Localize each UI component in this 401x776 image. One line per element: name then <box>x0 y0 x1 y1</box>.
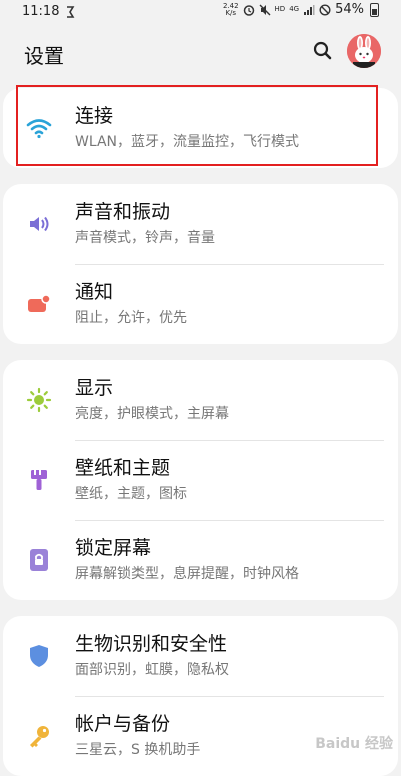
setting-item-subtitle: 壁纸，主题，图标 <box>75 486 187 502</box>
profile-avatar[interactable] <box>347 34 381 68</box>
setting-item-title: 壁纸和主题 <box>75 457 171 479</box>
status-bar: 11:18 2.42 K/s HD 4G 54% <box>0 0 401 24</box>
lock-icon <box>30 549 48 571</box>
alarm-icon <box>243 4 254 16</box>
shield-icon <box>30 645 48 667</box>
setting-item-title: 帐户与备份 <box>75 713 171 735</box>
watermark: Baidu 经验 <box>315 736 393 752</box>
setting-item-subtitle: 屏幕解锁类型，息屏提醒，时钟风格 <box>75 566 299 582</box>
speaker-icon <box>30 216 49 232</box>
setting-item-subtitle: 亮度，护眼模式，主屏幕 <box>75 406 229 422</box>
setting-item-sound[interactable]: 声音和振动 声音模式，铃声，音量 <box>3 184 398 264</box>
setting-item-wallpaper-themes[interactable]: 壁纸和主题 壁纸，主题，图标 <box>3 440 398 520</box>
settings-group-sound: 声音和振动 声音模式，铃声，音量 通知 阻止，允许，优先 <box>3 184 398 344</box>
setting-item-display[interactable]: 显示 亮度，护眼模式，主屏幕 <box>3 360 398 440</box>
app-notification-icon <box>67 5 75 18</box>
setting-item-title: 连接 <box>75 105 114 127</box>
setting-item-title: 锁定屏幕 <box>75 537 152 559</box>
lte-label: 4G <box>289 5 300 13</box>
mute-icon <box>259 4 271 15</box>
brush-icon <box>31 470 47 490</box>
blocked-icon <box>319 3 331 16</box>
battery-icon <box>370 2 379 17</box>
setting-item-notifications[interactable]: 通知 阻止，允许，优先 <box>3 264 398 344</box>
hd-label: HD <box>274 5 286 13</box>
header: 设置 <box>0 28 401 76</box>
signal-icon <box>304 4 315 15</box>
setting-item-lock-screen[interactable]: 锁定屏幕 屏幕解锁类型，息屏提醒，时钟风格 <box>3 520 398 600</box>
net-speed: 2.42 K/s <box>222 1 239 17</box>
status-time: 11:18 <box>22 4 60 19</box>
key-icon <box>30 726 49 748</box>
wifi-icon <box>26 119 52 139</box>
battery-percent: 54% <box>335 2 364 17</box>
setting-item-subtitle: 三星云，S 换机助手 <box>75 742 201 758</box>
page-title: 设置 <box>24 44 64 68</box>
settings-group-connections: 连接 WLAN，蓝牙，流量监控，飞行模式 <box>3 88 398 168</box>
settings-group-display: 显示 亮度，护眼模式，主屏幕 壁纸和主题 壁纸，主题，图标 锁定屏幕 屏幕解锁类… <box>3 360 398 600</box>
setting-item-connections[interactable]: 连接 WLAN，蓝牙，流量监控，飞行模式 <box>3 88 398 168</box>
setting-item-subtitle: 声音模式，铃声，音量 <box>75 230 215 246</box>
setting-item-title: 声音和振动 <box>75 201 171 223</box>
sun-icon <box>26 387 52 413</box>
setting-item-biometrics-security[interactable]: 生物识别和安全性 面部识别，虹膜，隐私权 <box>3 616 398 696</box>
setting-item-title: 显示 <box>75 377 114 399</box>
setting-item-title: 生物识别和安全性 <box>75 633 228 655</box>
search-button[interactable] <box>310 38 336 64</box>
bunny-avatar-icon <box>347 34 381 68</box>
search-icon <box>313 41 332 60</box>
setting-item-title: 通知 <box>75 281 114 303</box>
setting-item-subtitle: 阻止，允许，优先 <box>75 310 187 326</box>
setting-item-subtitle: WLAN，蓝牙，流量监控，飞行模式 <box>75 134 300 150</box>
setting-item-subtitle: 面部识别，虹膜，隐私权 <box>75 662 229 678</box>
notification-icon <box>28 294 51 312</box>
